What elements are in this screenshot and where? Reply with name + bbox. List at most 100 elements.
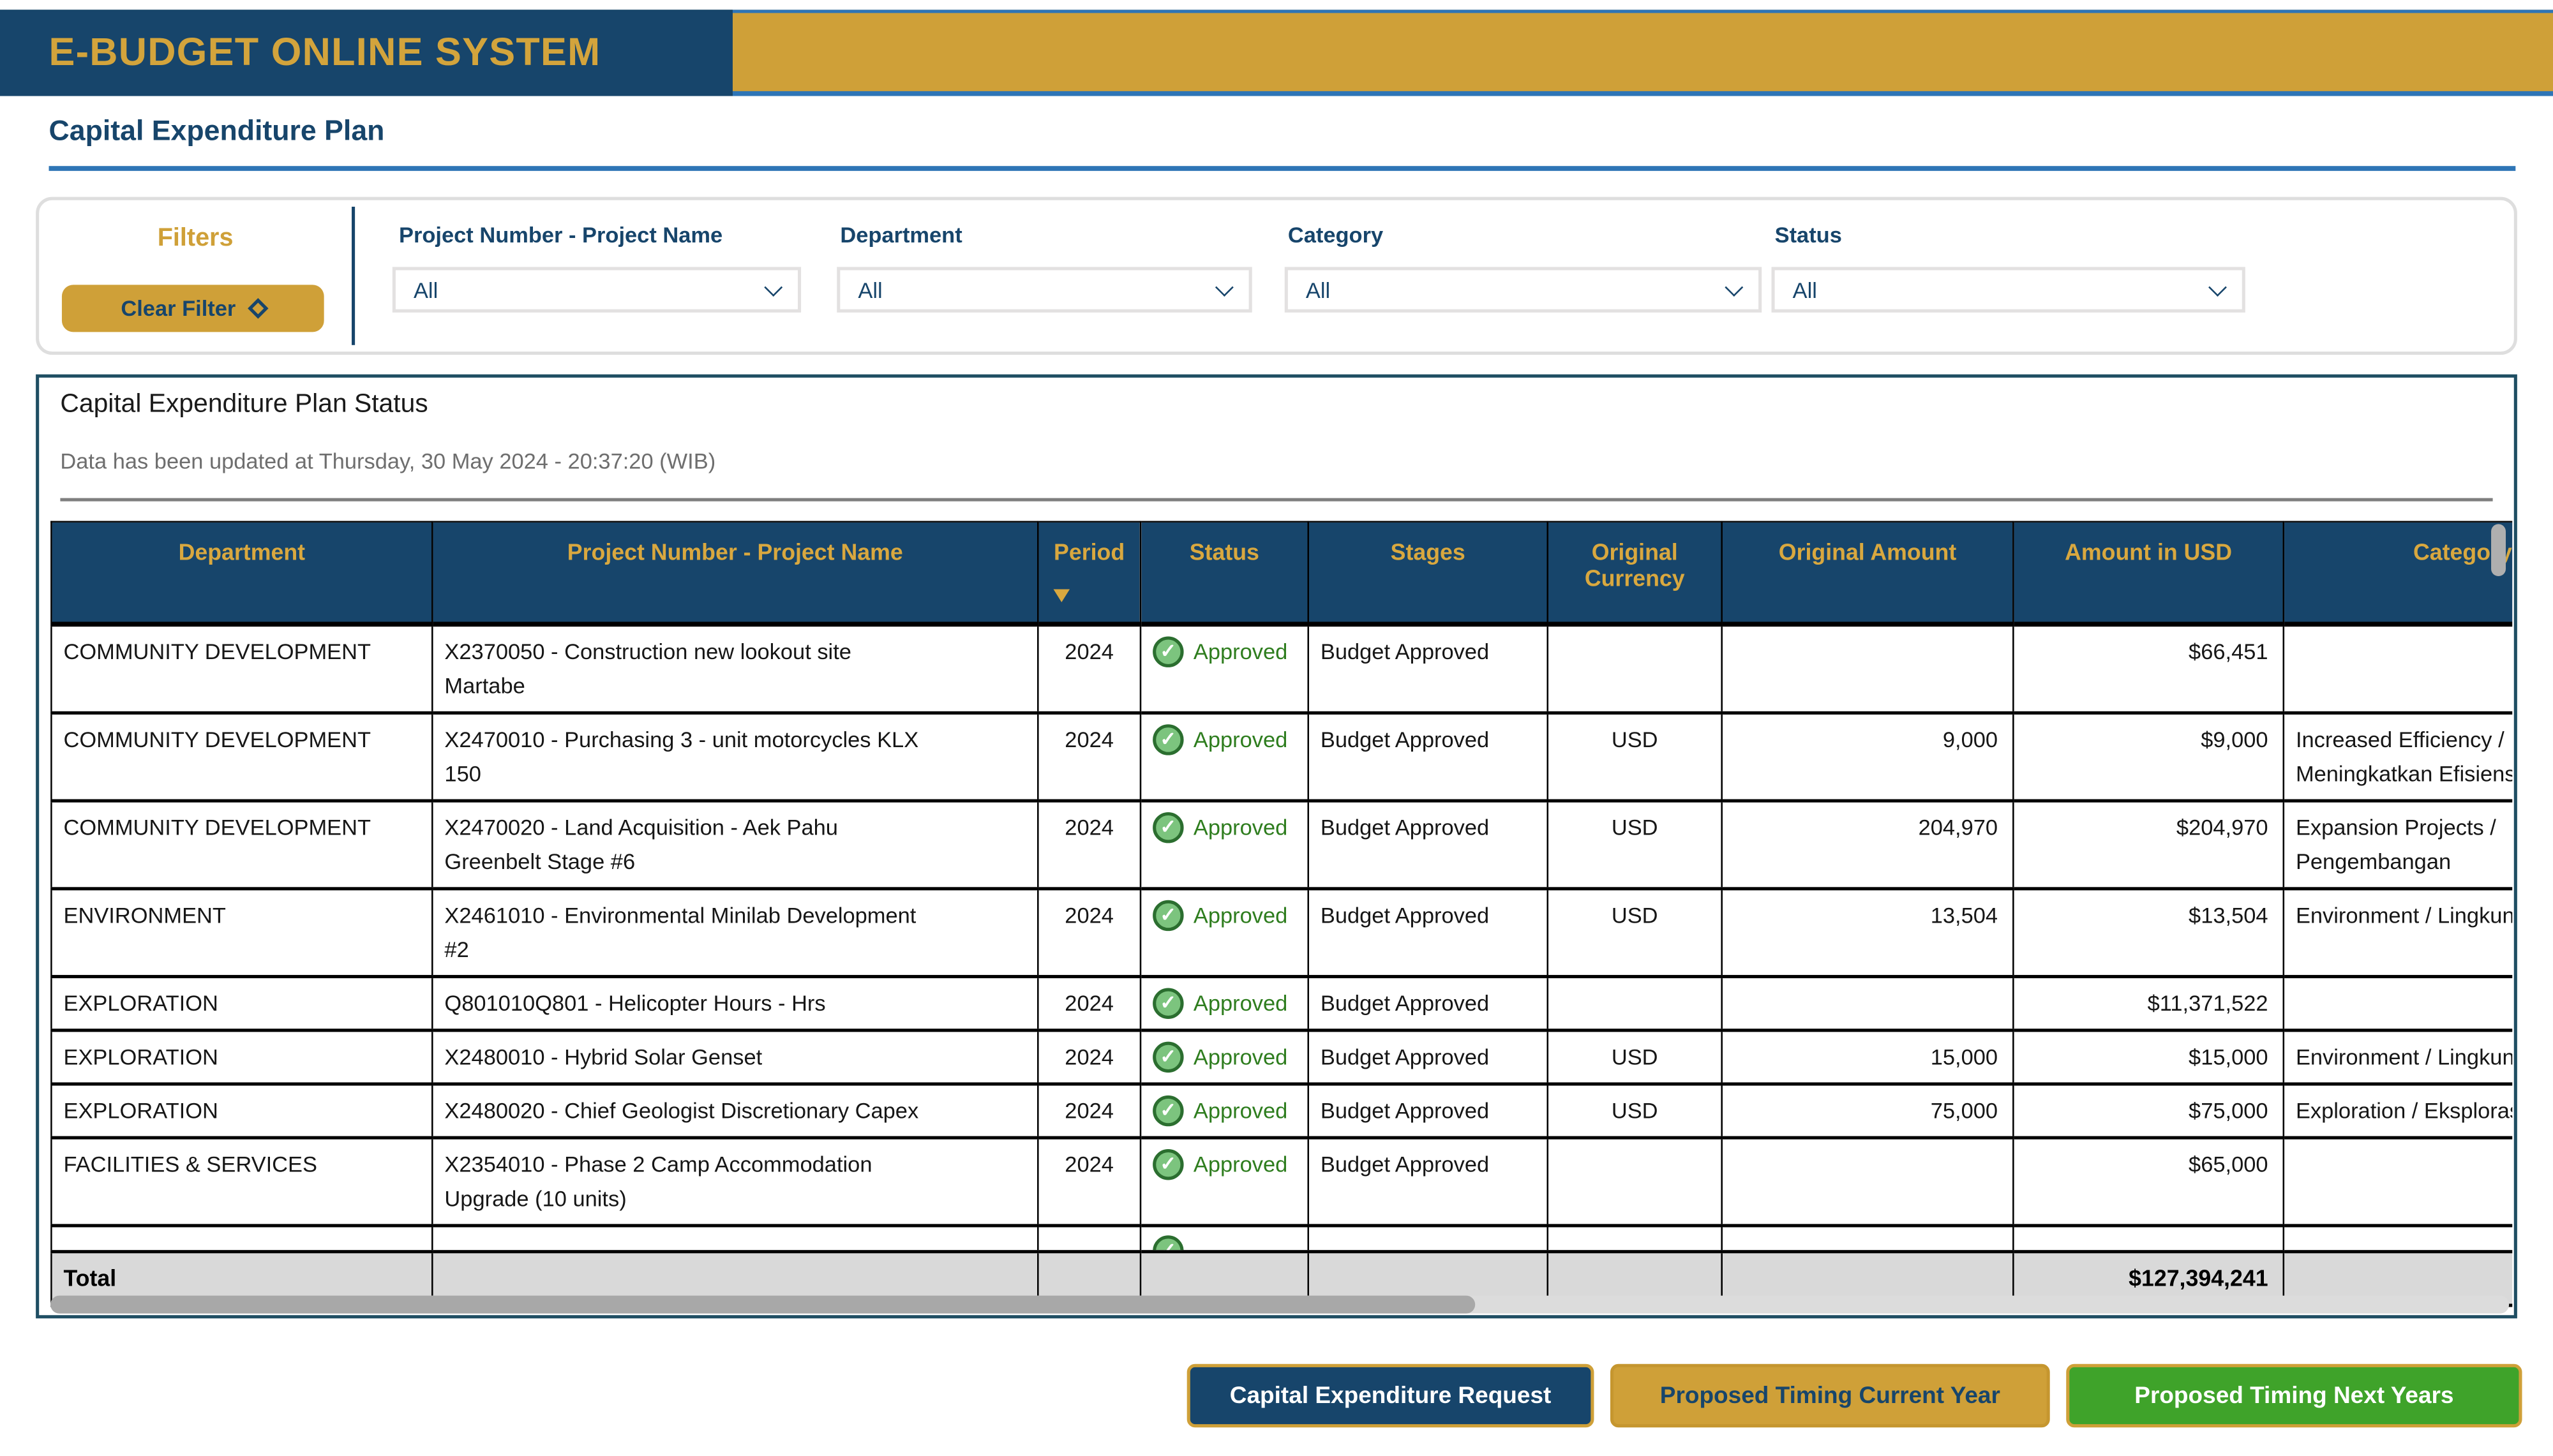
cell-department[interactable]: EXPLORATION xyxy=(51,1084,432,1138)
column-header-stages[interactable]: Stages xyxy=(1308,522,1548,625)
column-header-period[interactable]: Period xyxy=(1038,522,1141,625)
cell-category_lines[interactable]: Expansion Projects /Pengembangan xyxy=(2284,801,2512,889)
cell-original_amount[interactable]: 13,504 xyxy=(1722,889,2014,977)
cell-department[interactable]: EXPLORATION xyxy=(51,1030,432,1084)
cell-currency[interactable]: USD xyxy=(1548,713,1722,801)
table-row[interactable]: ENVIRONMENTX2461010 - Environmental Mini… xyxy=(51,889,2512,977)
filter-dropdown-department[interactable]: All xyxy=(837,267,1252,312)
cell-project[interactable]: X2354010 - Phase 2 Camp AccommodationUpg… xyxy=(432,1138,1038,1226)
filter-dropdown-project[interactable]: All xyxy=(393,267,801,312)
column-header-category_lines[interactable]: Category xyxy=(2284,522,2512,625)
cell-original_amount[interactable] xyxy=(1722,1138,2014,1226)
proposed-timing-current-year-button[interactable]: Proposed Timing Current Year xyxy=(1610,1364,2050,1427)
cell-amount_usd[interactable]: $11,371,522 xyxy=(2013,977,2283,1030)
cell-original_amount[interactable]: 204,970 xyxy=(1722,801,2014,889)
cell-stages[interactable]: Budget Approved xyxy=(1308,1138,1548,1226)
cell-project[interactable]: X2470020 - Land Acquisition - Aek PahuGr… xyxy=(432,801,1038,889)
column-header-amount_usd[interactable]: Amount in USD xyxy=(2013,522,2283,625)
cell-original_amount[interactable]: 15,000 xyxy=(1722,1030,2014,1084)
cell-stages[interactable]: Budget Approved xyxy=(1308,1030,1548,1084)
cell-status[interactable]: ✓Approved xyxy=(1141,713,1308,801)
clear-filter-button[interactable]: Clear Filter xyxy=(62,285,324,332)
column-header-original_amount[interactable]: Original Amount xyxy=(1722,522,2014,625)
cell-category_lines[interactable]: Environment / Lingkungan xyxy=(2284,1030,2512,1084)
cell-currency[interactable] xyxy=(1548,1138,1722,1226)
cell-status[interactable]: ✓Approved xyxy=(1141,977,1308,1030)
cell-department[interactable]: COMMUNITY DEVELOPMENT xyxy=(51,713,432,801)
cell-original_amount[interactable]: 75,000 xyxy=(1722,1084,2014,1138)
cell-department[interactable]: COMMUNITY DEVELOPMENT xyxy=(51,624,432,713)
cell-period[interactable]: 2024 xyxy=(1038,713,1141,801)
column-header-currency[interactable]: Original Currency xyxy=(1548,522,1722,625)
capital-expenditure-request-button[interactable]: Capital Expenditure Request xyxy=(1187,1364,1594,1427)
cell-amount_usd[interactable]: $9,000 xyxy=(2013,713,2283,801)
column-header-department[interactable]: Department xyxy=(51,522,432,625)
cell-period[interactable]: 2024 xyxy=(1038,1030,1141,1084)
cell-currency[interactable]: USD xyxy=(1548,1084,1722,1138)
cell-stages[interactable]: Budget Approved xyxy=(1308,889,1548,977)
cell-project[interactable]: X2370050 - Construction new lookout site… xyxy=(432,624,1038,713)
cell-amount_usd[interactable]: $204,970 xyxy=(2013,801,2283,889)
cell-status[interactable]: ✓Approved xyxy=(1141,801,1308,889)
cell-period[interactable]: 2024 xyxy=(1038,889,1141,977)
cell-period[interactable]: 2024 xyxy=(1038,1138,1141,1226)
cell-department[interactable]: ENVIRONMENT xyxy=(51,889,432,977)
cell-status[interactable]: ✓Approved xyxy=(1141,1084,1308,1138)
cell-stages[interactable]: Budget Approved xyxy=(1308,977,1548,1030)
cell-status[interactable]: ✓Approved xyxy=(1141,889,1308,977)
cell-project[interactable]: X2461010 - Environmental Minilab Develop… xyxy=(432,889,1038,977)
table-row[interactable]: COMMUNITY DEVELOPMENTX2470010 - Purchasi… xyxy=(51,713,2512,801)
cell-category_lines[interactable] xyxy=(2284,1138,2512,1226)
cell-currency[interactable] xyxy=(1548,624,1722,713)
cell-department[interactable]: EXPLORATION xyxy=(51,977,432,1030)
cell-project[interactable]: X2480010 - Hybrid Solar Genset xyxy=(432,1030,1038,1084)
table-row[interactable]: FACILITIES & SERVICESX2354010 - Phase 2 … xyxy=(51,1138,2512,1226)
cell-stages[interactable]: Budget Approved xyxy=(1308,624,1548,713)
cell-stages[interactable]: Budget Approved xyxy=(1308,801,1548,889)
cell-currency[interactable] xyxy=(1548,977,1722,1030)
column-header-project[interactable]: Project Number - Project Name xyxy=(432,522,1038,625)
horizontal-scrollbar-track[interactable] xyxy=(50,1296,2509,1314)
cell-project[interactable]: Q801010Q801 - Helicopter Hours - Hrs xyxy=(432,977,1038,1030)
cell-original_amount[interactable]: 9,000 xyxy=(1722,713,2014,801)
cell-original_amount[interactable] xyxy=(1722,624,2014,713)
cell-amount_usd[interactable]: $66,451 xyxy=(2013,624,2283,713)
filter-dropdown-category[interactable]: All xyxy=(1285,267,1762,312)
cell-stages[interactable]: Budget Approved xyxy=(1308,1084,1548,1138)
cell-status[interactable]: ✓Approved xyxy=(1141,624,1308,713)
cell-original_amount[interactable] xyxy=(1722,977,2014,1030)
cell-period[interactable]: 2024 xyxy=(1038,624,1141,713)
cell-category_lines[interactable]: Exploration / Eksplorasi xyxy=(2284,1084,2512,1138)
cell-period[interactable]: 2024 xyxy=(1038,1084,1141,1138)
cell-period[interactable]: 2024 xyxy=(1038,977,1141,1030)
cell-project[interactable]: X2480020 - Chief Geologist Discretionary… xyxy=(432,1084,1038,1138)
cell-period[interactable]: 2024 xyxy=(1038,801,1141,889)
filter-dropdown-status[interactable]: All xyxy=(1772,267,2245,312)
cell-category_lines[interactable] xyxy=(2284,624,2512,713)
vertical-scrollbar-thumb[interactable] xyxy=(2491,524,2506,576)
cell-status[interactable]: ✓Approved xyxy=(1141,1030,1308,1084)
table-row[interactable]: COMMUNITY DEVELOPMENTX2470020 - Land Acq… xyxy=(51,801,2512,889)
cell-category_lines[interactable] xyxy=(2284,977,2512,1030)
cell-amount_usd[interactable]: $75,000 xyxy=(2013,1084,2283,1138)
cell-currency[interactable]: USD xyxy=(1548,889,1722,977)
cell-stages[interactable]: Budget Approved xyxy=(1308,713,1548,801)
cell-currency[interactable]: USD xyxy=(1548,1030,1722,1084)
table-row[interactable]: EXPLORATIONQ801010Q801 - Helicopter Hour… xyxy=(51,977,2512,1030)
column-header-status[interactable]: Status xyxy=(1141,522,1308,625)
cell-department[interactable]: COMMUNITY DEVELOPMENT xyxy=(51,801,432,889)
cell-project[interactable]: X2470010 - Purchasing 3 - unit motorcycl… xyxy=(432,713,1038,801)
cell-amount_usd[interactable]: $65,000 xyxy=(2013,1138,2283,1226)
proposed-timing-next-years-button[interactable]: Proposed Timing Next Years xyxy=(2066,1364,2522,1427)
cell-category_lines[interactable]: Increased Efficiency /Meningkatkan Efisi… xyxy=(2284,713,2512,801)
cell-category_lines[interactable]: Environment / Lingkungan xyxy=(2284,889,2512,977)
table-row[interactable]: EXPLORATIONX2480010 - Hybrid Solar Gense… xyxy=(51,1030,2512,1084)
cell-amount_usd[interactable]: $15,000 xyxy=(2013,1030,2283,1084)
cell-status[interactable]: ✓Approved xyxy=(1141,1138,1308,1226)
horizontal-scrollbar-thumb[interactable] xyxy=(50,1296,1475,1314)
cell-department[interactable]: FACILITIES & SERVICES xyxy=(51,1138,432,1226)
table-row[interactable]: EXPLORATIONX2480020 - Chief Geologist Di… xyxy=(51,1084,2512,1138)
cell-amount_usd[interactable]: $13,504 xyxy=(2013,889,2283,977)
table-row[interactable]: COMMUNITY DEVELOPMENTX2370050 - Construc… xyxy=(51,624,2512,713)
cell-currency[interactable]: USD xyxy=(1548,801,1722,889)
